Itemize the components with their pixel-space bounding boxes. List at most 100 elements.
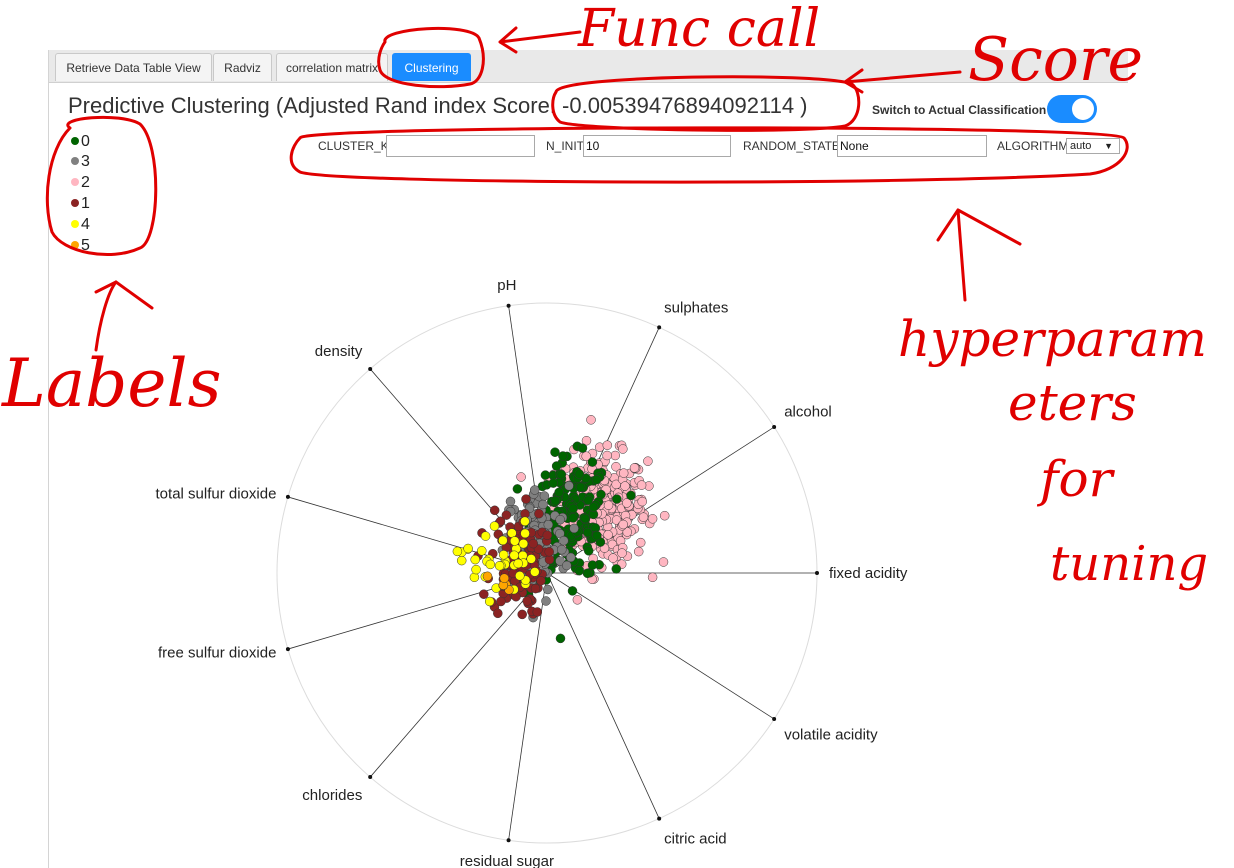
data-point <box>647 514 658 524</box>
data-point <box>643 456 653 466</box>
data-point <box>509 550 519 561</box>
data-point <box>567 586 578 596</box>
data-point <box>582 568 593 579</box>
annotation-hyperparam-3: for <box>1036 450 1116 508</box>
radviz-anchor <box>285 494 290 499</box>
annotation-score: Score <box>968 25 1143 95</box>
annotation-hyperparam-2: eters <box>1008 374 1137 432</box>
axis-label: free sulfur dioxide <box>158 644 276 661</box>
radviz-anchor <box>368 775 373 780</box>
data-point <box>499 573 510 583</box>
data-point <box>574 469 585 479</box>
data-point <box>550 496 561 506</box>
data-point <box>557 544 567 555</box>
data-point <box>522 596 532 606</box>
axis-label: volatile acidity <box>784 726 878 743</box>
data-point <box>484 596 495 607</box>
annotation-hyperparam-1: hyperparam <box>898 310 1207 368</box>
data-point <box>471 564 481 575</box>
data-point <box>562 560 572 571</box>
data-point <box>482 571 493 582</box>
data-point <box>564 481 574 491</box>
data-point <box>554 487 564 498</box>
data-point <box>509 536 520 546</box>
data-point <box>602 450 612 461</box>
data-point <box>602 440 613 450</box>
axis-label: sulphates <box>664 299 728 316</box>
annotation-func-call: Func call <box>577 0 820 59</box>
data-point <box>556 469 567 480</box>
data-point <box>611 564 622 574</box>
axis-label: total sulfur dioxide <box>156 486 277 503</box>
data-point <box>515 571 525 581</box>
data-point <box>539 491 550 501</box>
data-point <box>618 519 628 530</box>
points-layer <box>452 415 670 644</box>
radviz-anchor <box>657 816 662 821</box>
radviz-anchor <box>506 838 511 843</box>
data-point <box>633 546 644 557</box>
data-point <box>512 484 523 494</box>
radviz-anchor <box>285 647 290 652</box>
data-point <box>608 553 618 563</box>
data-point <box>635 537 646 548</box>
data-point <box>496 596 506 607</box>
data-point <box>463 543 473 554</box>
data-point <box>555 514 565 525</box>
data-point <box>558 451 568 461</box>
radviz-chart: fixed acidity alcohol sulphates pH density to… <box>1 0 1208 868</box>
data-point <box>505 496 516 507</box>
data-point <box>530 567 540 577</box>
annotation-arrow-legend <box>94 280 154 352</box>
data-point <box>538 499 548 510</box>
data-point <box>544 547 554 557</box>
data-point <box>534 508 544 519</box>
data-point <box>470 554 480 565</box>
data-point <box>530 583 541 594</box>
data-point <box>620 481 630 491</box>
data-point <box>626 490 636 501</box>
axis-label: fixed acidity <box>829 565 908 582</box>
data-point <box>591 474 602 485</box>
axis-label: residual sugar <box>460 853 554 868</box>
data-point <box>548 478 559 488</box>
data-point <box>516 472 526 482</box>
data-point <box>542 530 553 540</box>
data-point <box>550 447 560 457</box>
data-point <box>498 535 508 546</box>
annotation-labels: Labels <box>1 345 221 422</box>
data-point <box>583 546 594 556</box>
data-point <box>617 548 627 558</box>
data-point <box>532 607 543 617</box>
annotation-circle-legend <box>45 115 158 256</box>
data-point <box>480 531 491 541</box>
data-point <box>588 502 599 512</box>
data-point <box>618 468 629 478</box>
annotation-arrow-func <box>498 26 582 54</box>
data-point <box>493 608 503 619</box>
data-point <box>540 470 551 480</box>
data-point <box>477 546 487 556</box>
data-point <box>536 576 546 586</box>
data-point <box>551 461 562 471</box>
radviz-anchor <box>657 325 662 330</box>
data-point <box>587 457 598 467</box>
data-point <box>638 512 649 522</box>
annotation-circle-score <box>551 75 861 132</box>
data-point <box>521 494 531 504</box>
data-point <box>592 530 602 541</box>
data-point <box>452 546 463 557</box>
axis-label: density <box>315 343 363 360</box>
data-point <box>520 516 530 527</box>
data-point <box>612 494 622 504</box>
data-point <box>559 535 569 546</box>
data-point <box>489 505 500 516</box>
data-point <box>636 480 647 490</box>
data-point <box>555 633 566 644</box>
data-point <box>526 554 536 564</box>
radviz-axis <box>546 572 660 819</box>
data-point <box>507 528 517 538</box>
annotation-arrow-params <box>936 208 1022 302</box>
data-point <box>568 503 578 514</box>
data-point <box>629 463 640 473</box>
